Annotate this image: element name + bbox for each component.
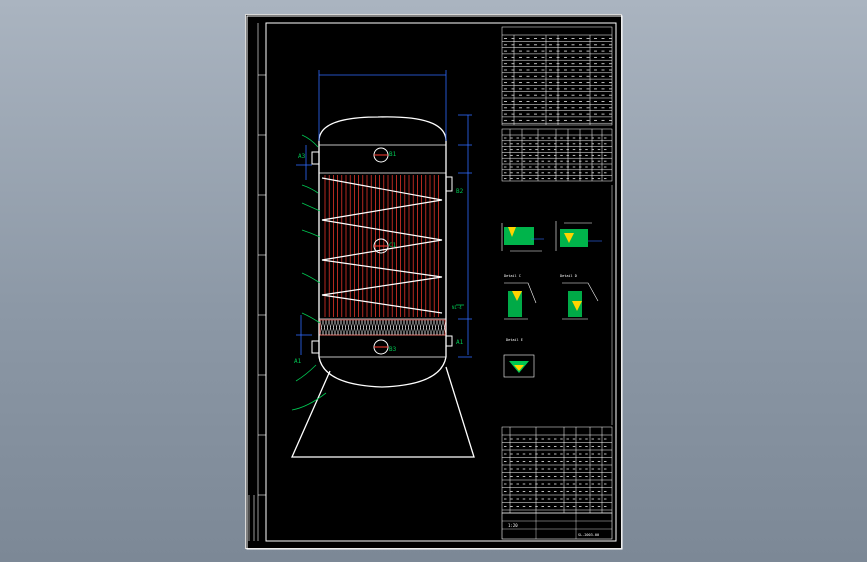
label-a3: A3 [298,153,306,160]
technical-spec-table [501,26,613,126]
weld-detail-a [501,223,544,252]
weld-detail-b [555,221,602,251]
label-a1: A1 [456,339,464,346]
weld-detail-d: Detail D [560,274,599,320]
title-block-drawing-no: SL-2003-00 [578,533,599,537]
bill-of-materials [501,426,613,514]
label-side-note: N1-4 [452,305,462,310]
label-b3: B3 [389,346,397,353]
weld-detail-c: Detail C [504,274,537,320]
vessel [291,116,475,458]
drawing-sheet: A3 B1 B2 C1 B3 A1 A1 N1-4 Detail C Detai… [245,14,623,550]
manways [311,147,453,355]
title-block: 1:20 SL-2003-00 [501,512,613,540]
label-b2: B2 [456,188,464,195]
detail-c-caption: Detail C [504,274,521,278]
label-a1-lower: A1 [294,358,302,365]
packing-hatch [319,319,447,336]
detail-d-caption: Detail D [560,274,577,278]
title-block-scale: 1:20 [508,523,518,528]
label-c1: C1 [389,242,397,249]
cad-drawing: A3 B1 B2 C1 B3 A1 A1 N1-4 Detail C Detai… [246,15,623,550]
nozzle-schedule-table [501,128,613,182]
weld-detail-e: Detail E [503,338,535,378]
zone-ticks [248,23,266,541]
bottom-head [318,356,447,388]
detail-e-caption: Detail E [506,338,523,342]
label-b1: B1 [389,151,397,158]
top-head [318,116,447,145]
skirt [291,366,475,458]
